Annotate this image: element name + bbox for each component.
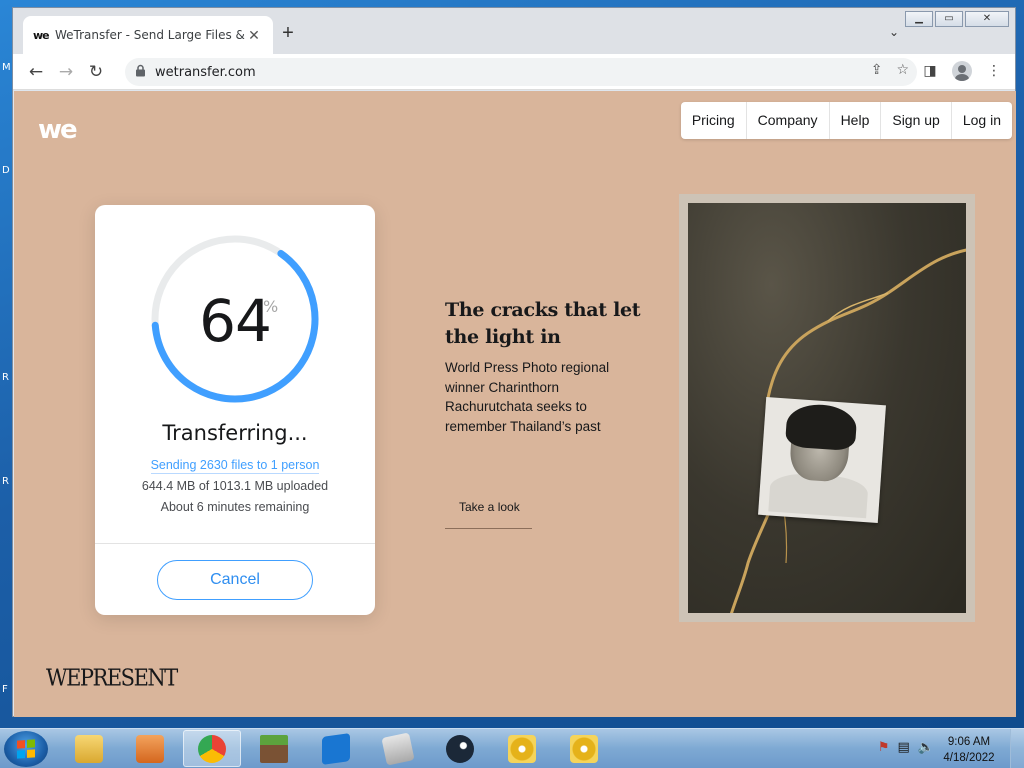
- network-error-icon[interactable]: ⚑: [878, 740, 890, 755]
- avatar-icon: [952, 61, 972, 81]
- chrome-icon: [198, 734, 226, 763]
- window-controls: ▁ ▭ ✕: [905, 11, 1009, 27]
- desktop-icon-label: F: [2, 684, 8, 695]
- transfer-card: 64 % Transferring... Sending 2630 files …: [95, 205, 375, 615]
- taskbar-clock[interactable]: 9:06 AM 4/18/2022: [934, 734, 1004, 766]
- share-icon[interactable]: ⇪: [871, 62, 883, 78]
- show-desktop-button[interactable]: [1010, 729, 1024, 768]
- system-tray: ⚑ ▤ 🔈: [878, 740, 934, 755]
- steam-icon: [446, 734, 474, 763]
- bookmark-star-icon[interactable]: ☆: [896, 62, 909, 78]
- taskbar-blue-app[interactable]: [307, 730, 365, 767]
- time-remaining: About 6 minutes remaining: [160, 500, 310, 514]
- tab-search-chevron-icon[interactable]: ⌄: [889, 25, 899, 39]
- uploaded-amount: 644.4 MB of 1013.1 MB uploaded: [141, 479, 329, 493]
- take-a-look-link[interactable]: Take a look: [445, 497, 532, 529]
- taskbar-chrome[interactable]: [183, 730, 241, 767]
- wetransfer-page: we Pricing Company Help Sign up Log in 6…: [14, 91, 1016, 717]
- desktop-icon-label: R: [2, 372, 9, 383]
- blue-app-icon: [322, 732, 350, 765]
- card-divider: [95, 543, 375, 544]
- close-tab-icon[interactable]: ✕: [245, 27, 263, 44]
- nav-log-in[interactable]: Log in: [952, 102, 1012, 139]
- taskbar-disc-app-1[interactable]: [493, 730, 551, 767]
- taskbar-disc-app-2[interactable]: [555, 730, 613, 767]
- tab-wetransfer[interactable]: we WeTransfer - Send Large Files & ✕: [23, 16, 273, 54]
- browser-window: we WeTransfer - Send Large Files & ✕ + ⌄…: [12, 7, 1016, 717]
- browser-menu-icon[interactable]: ⋮: [983, 58, 1005, 84]
- clock-date: 4/18/2022: [943, 752, 995, 764]
- taskbar-steam[interactable]: [431, 730, 489, 767]
- taskbar-minecraft[interactable]: [245, 730, 303, 767]
- browser-toolbar: ← → ↻ wetransfer.com ⇪ ☆ ◨ ⋮: [13, 54, 1015, 90]
- grey-app-icon: [381, 731, 415, 766]
- network-icon[interactable]: ▤: [898, 740, 910, 755]
- profile-button[interactable]: [951, 58, 973, 84]
- disc-icon: [570, 734, 598, 763]
- sending-details-text: Sending 2630 files to 1 person: [150, 458, 320, 474]
- volume-icon[interactable]: 🔈: [918, 740, 934, 755]
- desktop-icon-label: D: [2, 165, 10, 176]
- cancel-button[interactable]: Cancel: [157, 560, 313, 600]
- windows-logo-icon: [17, 739, 35, 759]
- start-button[interactable]: [4, 731, 48, 767]
- nav-sign-up[interactable]: Sign up: [881, 102, 952, 139]
- taskbar-file-explorer[interactable]: [60, 730, 118, 767]
- reload-button[interactable]: ↻: [81, 57, 111, 87]
- back-button[interactable]: ←: [21, 57, 51, 87]
- article-photo[interactable]: [679, 194, 975, 622]
- browser-titlebar: we WeTransfer - Send Large Files & ✕ + ⌄…: [13, 8, 1015, 54]
- desktop-icon-label: R: [2, 476, 9, 487]
- minecraft-icon: [260, 734, 288, 763]
- new-tab-button[interactable]: +: [275, 22, 301, 45]
- progress-percent: 64: [199, 287, 272, 355]
- wetransfer-logo[interactable]: we: [38, 115, 78, 145]
- top-navigation: Pricing Company Help Sign up Log in: [680, 102, 1012, 139]
- sending-details-link[interactable]: Sending 2630 files to 1 person: [95, 458, 375, 474]
- lock-icon: [135, 64, 149, 80]
- maximize-button[interactable]: ▭: [935, 11, 963, 27]
- portrait-photo: [758, 396, 886, 524]
- taskbar-media-player[interactable]: [121, 730, 179, 767]
- wepresent-logo[interactable]: WEPRESENT: [46, 665, 178, 691]
- nav-help[interactable]: Help: [830, 102, 882, 139]
- tab-title: WeTransfer - Send Large Files &: [55, 28, 245, 42]
- portrait-hair: [784, 402, 858, 452]
- nav-pricing[interactable]: Pricing: [681, 102, 747, 139]
- transfer-status: Transferring...: [162, 421, 308, 445]
- disc-icon: [508, 734, 536, 763]
- minimize-button[interactable]: ▁: [905, 11, 933, 27]
- close-window-button[interactable]: ✕: [965, 11, 1009, 27]
- article-headline: The cracks that let the light in: [445, 299, 641, 348]
- clock-time: 9:06 AM: [947, 736, 991, 748]
- desktop-icon-label: M: [2, 62, 11, 73]
- nav-company[interactable]: Company: [747, 102, 830, 139]
- side-panel-icon[interactable]: ◨: [919, 58, 941, 84]
- forward-button[interactable]: →: [51, 57, 81, 87]
- article-blurb: World Press Photo regional winner Charin…: [445, 360, 610, 434]
- windows-taskbar: ⚑ ▤ 🔈 9:06 AM 4/18/2022: [0, 728, 1024, 768]
- wetransfer-favicon-icon: we: [33, 28, 50, 42]
- address-bar[interactable]: wetransfer.com ⇪ ☆: [125, 58, 917, 86]
- media-player-icon: [136, 734, 164, 763]
- folder-icon: [75, 734, 103, 763]
- photo-image: [688, 203, 966, 613]
- percent-sign: %: [263, 297, 279, 316]
- taskbar-grey-app[interactable]: [369, 730, 427, 767]
- url-text: wetransfer.com: [155, 64, 256, 80]
